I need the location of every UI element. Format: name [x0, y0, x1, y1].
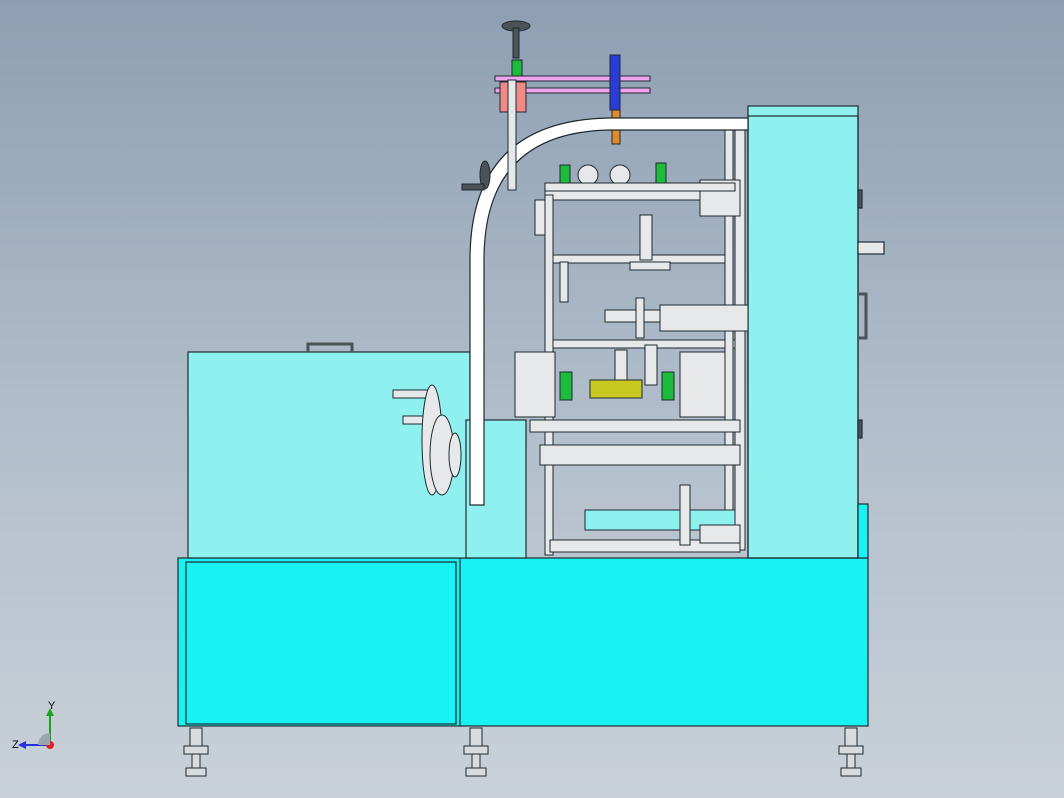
axis-triad: Y Z: [8, 700, 68, 760]
base-cabinet: [177, 557, 869, 727]
frame-mechanism: [514, 129, 749, 556]
right-cabinet: [747, 105, 885, 559]
leveling-feet: [183, 727, 864, 777]
z-axis-label: Z: [12, 739, 19, 751]
y-axis-label: Y: [48, 700, 56, 712]
cad-viewport[interactable]: [0, 0, 1064, 798]
